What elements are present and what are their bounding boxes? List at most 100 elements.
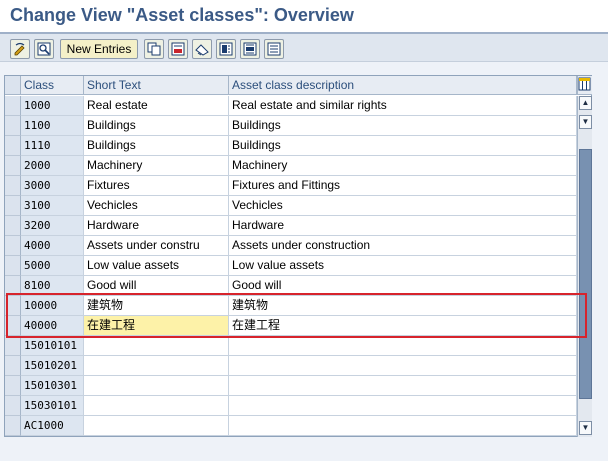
row-selector[interactable] (5, 376, 21, 396)
vertical-scrollbar[interactable]: ▲ ▼ ▼ (577, 96, 592, 437)
description-cell[interactable]: Buildings (229, 116, 577, 136)
short-text-cell[interactable] (84, 336, 229, 356)
display-change-icon (14, 42, 25, 56)
description-cell[interactable] (229, 396, 577, 416)
row-selector[interactable] (5, 396, 21, 416)
short-text-cell[interactable]: Buildings (84, 116, 229, 136)
class-cell[interactable]: 4000 (21, 236, 84, 256)
display-change-button[interactable] (10, 39, 30, 59)
short-text-cell[interactable]: 在建工程 (84, 316, 229, 336)
triangle-down-icon: ▼ (581, 423, 590, 432)
scroll-page-down-button[interactable]: ▼ (579, 115, 592, 129)
description-cell[interactable]: 建筑物 (229, 296, 577, 316)
asset-classes-table: Class Short Text Asset class description… (4, 75, 592, 437)
class-cell[interactable]: 15010201 (21, 356, 84, 376)
short-text-cell[interactable]: Assets under constru (84, 236, 229, 256)
class-cell[interactable]: 15030101 (21, 396, 84, 416)
undo-button[interactable] (192, 39, 212, 59)
row-selector[interactable] (5, 116, 21, 136)
column-header-class[interactable]: Class (21, 76, 84, 95)
row-selector[interactable] (5, 96, 21, 116)
description-cell[interactable] (229, 356, 577, 376)
class-cell[interactable]: 1100 (21, 116, 84, 136)
row-selector[interactable] (5, 216, 21, 236)
table-row: 1100 Buildings Buildings (5, 116, 577, 136)
description-cell[interactable] (229, 336, 577, 356)
scrollbar-thumb[interactable] (579, 149, 592, 399)
description-cell[interactable]: 在建工程 (229, 316, 577, 336)
description-cell[interactable]: Vechicles (229, 196, 577, 216)
description-cell[interactable]: Real estate and similar rights (229, 96, 577, 116)
short-text-cell[interactable]: Good will (84, 276, 229, 296)
class-cell[interactable]: 1000 (21, 96, 84, 116)
description-cell[interactable] (229, 376, 577, 396)
short-text-cell[interactable]: 建筑物 (84, 296, 229, 316)
row-selector[interactable] (5, 356, 21, 376)
table-row: 3000 Fixtures Fixtures and Fittings (5, 176, 577, 196)
copy-icon (147, 42, 161, 56)
short-text-cell[interactable] (84, 416, 229, 436)
select-block-button[interactable] (240, 39, 260, 59)
short-text-cell[interactable]: Vechicles (84, 196, 229, 216)
select-all-rows-toggle[interactable] (5, 76, 21, 95)
delete-icon (171, 42, 185, 56)
table-row: 3100 Vechicles Vechicles (5, 196, 577, 216)
select-all-button[interactable] (216, 39, 236, 59)
column-header-short-text[interactable]: Short Text (84, 76, 229, 95)
short-text-cell[interactable] (84, 356, 229, 376)
short-text-cell[interactable] (84, 396, 229, 416)
row-selector[interactable] (5, 336, 21, 356)
description-cell[interactable]: Hardware (229, 216, 577, 236)
class-cell[interactable]: 40000 (21, 316, 84, 336)
table-settings-button[interactable] (577, 76, 592, 95)
class-cell[interactable]: 8100 (21, 276, 84, 296)
class-cell[interactable]: 5000 (21, 256, 84, 276)
table-row: 1000 Real estate Real estate and similar r… (5, 96, 577, 116)
table-row: 1110 Buildings Buildings (5, 136, 577, 156)
row-selector[interactable] (5, 176, 21, 196)
short-text-cell[interactable]: Real estate (84, 96, 229, 116)
class-cell[interactable]: 1110 (21, 136, 84, 156)
short-text-cell[interactable]: Low value assets (84, 256, 229, 276)
row-selector[interactable] (5, 416, 21, 436)
short-text-cell[interactable]: Hardware (84, 216, 229, 236)
row-selector[interactable] (5, 296, 21, 316)
delete-button[interactable] (168, 39, 188, 59)
description-cell[interactable] (229, 416, 577, 436)
column-header-description[interactable]: Asset class description (229, 76, 577, 95)
class-cell[interactable]: 2000 (21, 156, 84, 176)
row-selector[interactable] (5, 276, 21, 296)
copy-button[interactable] (144, 39, 164, 59)
new-entries-button[interactable]: New Entries (60, 39, 138, 59)
description-cell[interactable]: Good will (229, 276, 577, 296)
table-row: 4000 Assets under constru Assets under con… (5, 236, 577, 256)
description-cell[interactable]: Buildings (229, 136, 577, 156)
deselect-all-button[interactable] (264, 39, 284, 59)
class-cell[interactable]: 3000 (21, 176, 84, 196)
row-selector[interactable] (5, 256, 21, 276)
row-selector[interactable] (5, 236, 21, 256)
description-cell[interactable]: Low value assets (229, 256, 577, 276)
description-cell[interactable]: Assets under construction (229, 236, 577, 256)
row-selector[interactable] (5, 196, 21, 216)
class-cell[interactable]: 3100 (21, 196, 84, 216)
undo-icon (195, 44, 209, 56)
short-text-cell[interactable]: Fixtures (84, 176, 229, 196)
short-text-cell[interactable]: Buildings (84, 136, 229, 156)
scroll-down-button[interactable]: ▼ (579, 421, 592, 435)
row-selector[interactable] (5, 316, 21, 336)
class-cell[interactable]: 10000 (21, 296, 84, 316)
scroll-up-button[interactable]: ▲ (579, 96, 592, 110)
row-selector[interactable] (5, 136, 21, 156)
row-selector[interactable] (5, 156, 21, 176)
description-cell[interactable]: Fixtures and Fittings (229, 176, 577, 196)
class-cell[interactable]: AC1000 (21, 416, 84, 436)
find-button[interactable] (34, 39, 54, 59)
short-text-cell[interactable]: Machinery (84, 156, 229, 176)
class-cell[interactable]: 15010301 (21, 376, 84, 396)
description-cell[interactable]: Machinery (229, 156, 577, 176)
class-cell[interactable]: 15010101 (21, 336, 84, 356)
class-cell[interactable]: 3200 (21, 216, 84, 236)
table-row: 15010101 (5, 336, 577, 356)
short-text-cell[interactable] (84, 376, 229, 396)
